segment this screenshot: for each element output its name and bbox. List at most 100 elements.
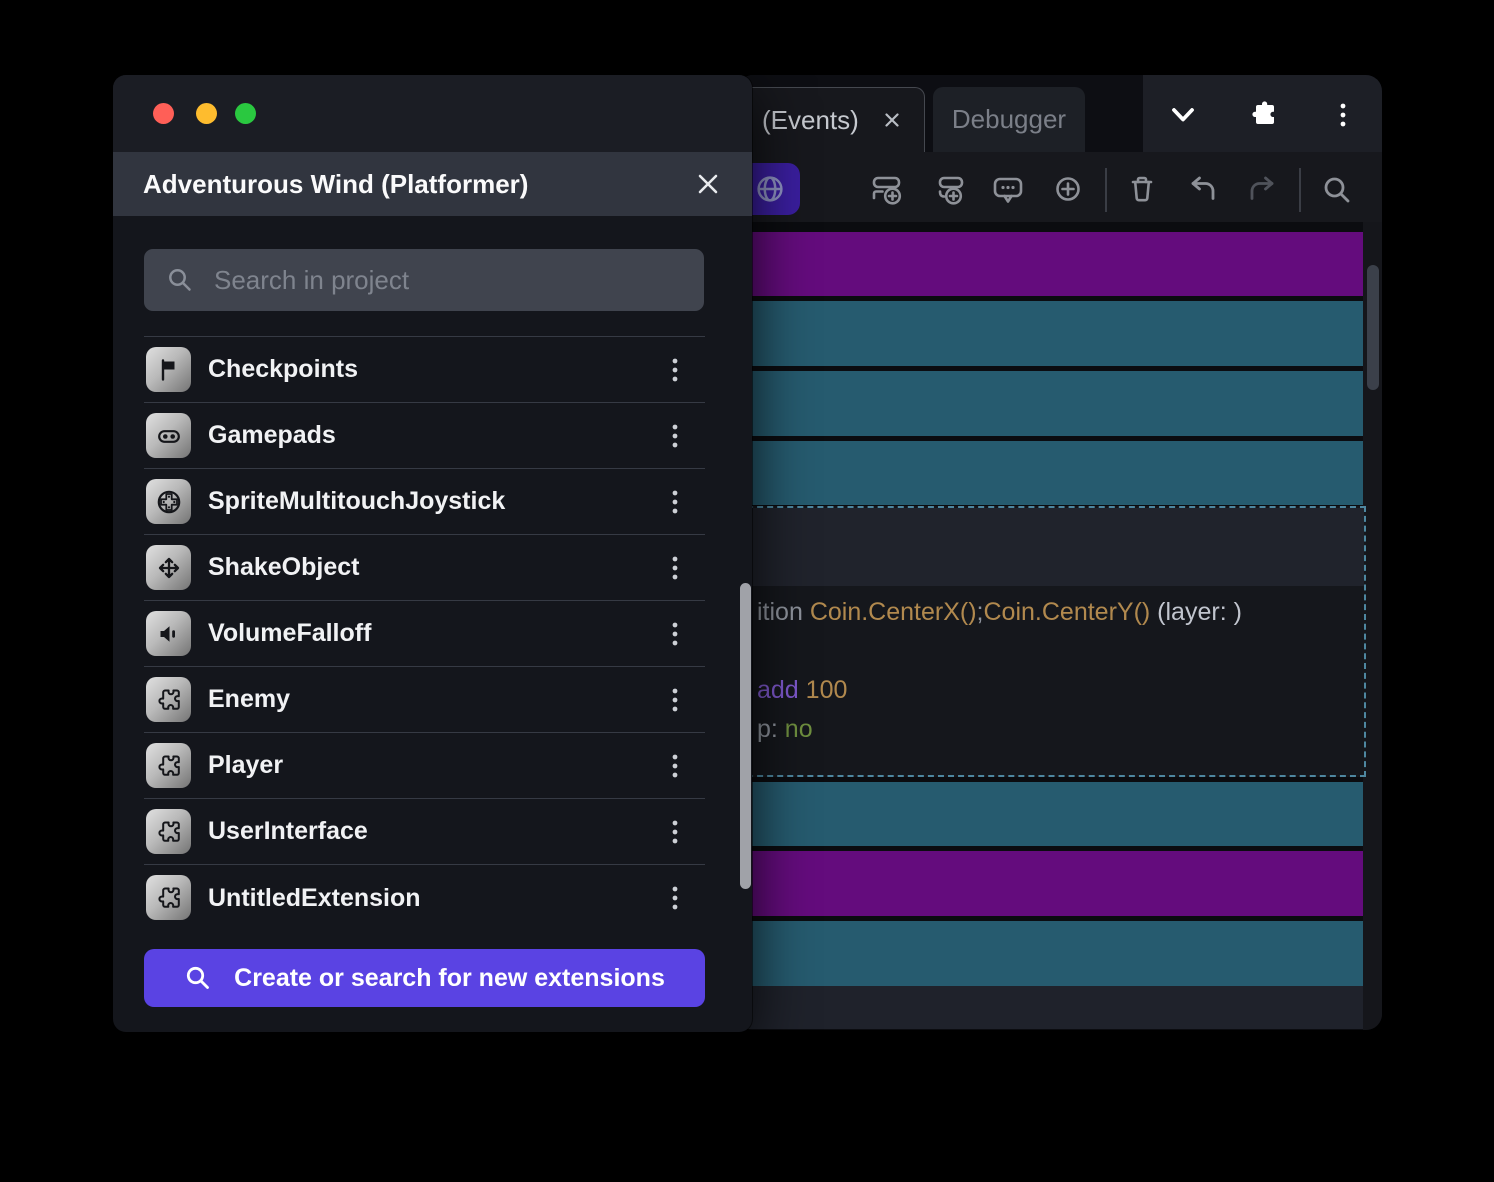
event-code-line2: add 100: [757, 676, 847, 706]
kebab-menu-icon[interactable]: [662, 486, 688, 518]
extension-list-item[interactable]: Gamepads: [144, 403, 705, 469]
selected-event[interactable]: ition Coin.CenterX();Coin.CenterY() (lay…: [737, 506, 1366, 777]
extension-label: SpriteMultitouchJoystick: [208, 487, 506, 515]
events-footer-area: [737, 986, 1363, 1029]
events-toolbar: [737, 152, 1382, 222]
puzzle-icon: [146, 809, 191, 854]
extension-label: Checkpoints: [208, 355, 359, 383]
extension-label: Gamepads: [208, 421, 336, 449]
tabbar-right-controls: [1143, 75, 1382, 152]
project-manager-dialog: Adventurous Wind (Platformer) Checkpoint…: [113, 75, 752, 1032]
code-token: no: [784, 715, 813, 743]
extension-label: UserInterface: [208, 817, 368, 845]
kebab-menu-icon[interactable]: [662, 552, 688, 584]
redo-icon[interactable]: [1242, 169, 1284, 211]
kebab-menu-icon[interactable]: [662, 882, 688, 914]
extension-list-item[interactable]: Checkpoints: [144, 337, 705, 403]
create-extension-button[interactable]: Create or search for new extensions: [144, 949, 705, 1007]
tab-bar: (Events) Debugger: [737, 75, 1382, 152]
event-row-purple[interactable]: [737, 232, 1363, 296]
extension-list-item[interactable]: UntitledExtension: [144, 865, 705, 931]
code-token: (layer: ): [1150, 598, 1242, 626]
minimize-traffic-light[interactable]: [196, 103, 217, 124]
kebab-menu-icon[interactable]: [662, 354, 688, 386]
search-input[interactable]: [214, 264, 686, 296]
extension-list-item[interactable]: Enemy: [144, 667, 705, 733]
close-traffic-light[interactable]: [153, 103, 174, 124]
code-token: p:: [757, 715, 785, 743]
event-code-line3: p: no: [757, 715, 813, 745]
page-title: Adventurous Wind (Platformer): [143, 168, 529, 199]
close-icon[interactable]: [883, 111, 901, 129]
close-icon[interactable]: [694, 170, 722, 198]
event-row-teal[interactable]: [737, 441, 1363, 505]
extension-list-item[interactable]: SpriteMultitouchJoystick: [144, 469, 705, 535]
tab-events-label: (Events): [762, 104, 859, 135]
flag-icon: [146, 347, 191, 392]
code-token: ;: [976, 598, 984, 626]
editor-window: (Events) Debugger ition Coin.CenterX();C…: [737, 75, 1382, 1030]
joystick-icon: [146, 479, 191, 524]
event-row-teal[interactable]: [737, 301, 1363, 366]
code-token: ition: [757, 598, 810, 626]
event-row-teal[interactable]: [737, 782, 1363, 846]
event-row-teal[interactable]: [737, 921, 1363, 986]
search-icon: [166, 266, 194, 294]
toolbar-separator: [1299, 168, 1301, 212]
kebab-menu-icon[interactable]: [1321, 93, 1365, 137]
search-icon: [184, 964, 212, 992]
event-condition-area: [739, 508, 1364, 586]
extensions-icon[interactable]: [1241, 93, 1285, 137]
toolbar-separator: [1105, 168, 1107, 212]
extension-list-item[interactable]: ShakeObject: [144, 535, 705, 601]
scrollbar-thumb[interactable]: [740, 583, 751, 889]
move-icon: [146, 545, 191, 590]
kebab-menu-icon[interactable]: [662, 684, 688, 716]
extension-label: VolumeFalloff: [208, 619, 372, 647]
desktop: (Events) Debugger ition Coin.CenterX();C…: [0, 0, 1494, 1182]
extension-label: ShakeObject: [208, 553, 360, 581]
event-row-teal[interactable]: [737, 371, 1363, 436]
event-row-purple[interactable]: [737, 851, 1363, 916]
code-token: add: [757, 676, 806, 704]
zoom-traffic-light[interactable]: [235, 103, 256, 124]
add-subevent-icon[interactable]: [928, 169, 970, 211]
kebab-menu-icon[interactable]: [662, 420, 688, 452]
add-circle-icon[interactable]: [1047, 169, 1089, 211]
code-token: 100: [805, 676, 848, 704]
search-box: [144, 249, 704, 311]
tab-debugger-label: Debugger: [951, 104, 1067, 134]
kebab-menu-icon[interactable]: [662, 618, 688, 650]
dialog-header: Adventurous Wind (Platformer): [113, 152, 752, 216]
events-sheet: ition Coin.CenterX();Coin.CenterY() (lay…: [737, 222, 1382, 1030]
add-event-icon[interactable]: [867, 169, 909, 211]
gamepad-icon: [146, 413, 191, 458]
code-token: Coin.CenterY(): [983, 598, 1151, 626]
create-extension-label: Create or search for new extensions: [234, 963, 665, 992]
trash-icon[interactable]: [1121, 169, 1163, 211]
puzzle-icon: [146, 677, 191, 722]
puzzle-icon: [146, 875, 191, 920]
event-code-line1: ition Coin.CenterX();Coin.CenterY() (lay…: [757, 598, 1242, 628]
scrollbar-thumb[interactable]: [1367, 265, 1379, 390]
tab-debugger[interactable]: Debugger: [933, 87, 1085, 152]
tab-events[interactable]: (Events): [741, 87, 925, 152]
puzzle-icon: [146, 743, 191, 788]
undo-icon[interactable]: [1181, 169, 1223, 211]
extension-list-item[interactable]: VolumeFalloff: [144, 601, 705, 667]
kebab-menu-icon[interactable]: [662, 816, 688, 848]
kebab-menu-icon[interactable]: [662, 750, 688, 782]
extension-list-item[interactable]: UserInterface: [144, 799, 705, 865]
code-token: Coin.CenterX(): [809, 598, 977, 626]
add-comment-icon[interactable]: [987, 169, 1029, 211]
speaker-icon: [146, 611, 191, 656]
search-icon[interactable]: [1316, 169, 1358, 211]
extension-list: Checkpoints Gamepads SpriteMultitouchJoyst…: [144, 336, 705, 931]
globe-icon: [751, 170, 789, 208]
dialog-titlebar: [113, 75, 752, 152]
extension-label: Player: [208, 751, 284, 779]
chevron-down-icon[interactable]: [1161, 93, 1205, 137]
extension-label: UntitledExtension: [208, 883, 421, 912]
extension-list-item[interactable]: Player: [144, 733, 705, 799]
extension-label: Enemy: [208, 685, 290, 713]
